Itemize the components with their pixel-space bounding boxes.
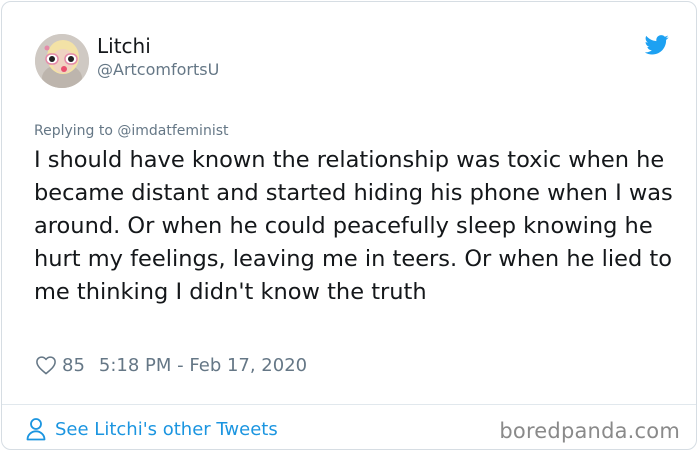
display-name[interactable]: Litchi: [97, 33, 151, 59]
heart-outline-icon[interactable]: [35, 355, 57, 375]
see-other-tweets-link[interactable]: See Litchi's other Tweets: [26, 416, 278, 442]
avatar-image: [35, 34, 89, 88]
see-other-tweets-label: See Litchi's other Tweets: [55, 418, 278, 440]
person-outline-icon: [26, 418, 46, 441]
user-handle[interactable]: @ArtcomfortsU: [97, 60, 219, 80]
boredpanda-watermark: boredpanda.com: [499, 419, 680, 443]
replying-to-handle-link[interactable]: @imdatfeminist: [117, 123, 228, 139]
avatar[interactable]: [35, 34, 89, 88]
tweet-card: Litchi @ArtcomfortsU Replying to @imdatf…: [1, 1, 697, 450]
tweet-text: I should have known the relationship was…: [34, 147, 673, 305]
tweet-meta: 85 5:18 PM - Feb 17, 2020: [34, 352, 307, 378]
footer-divider: [2, 404, 696, 405]
tweet-timestamp[interactable]: 5:18 PM - Feb 17, 2020: [99, 355, 307, 376]
twitter-bird-icon[interactable]: [645, 35, 669, 55]
replying-to-line: Replying to @imdatfeminist: [34, 121, 229, 141]
replying-to-label: Replying to: [34, 123, 113, 139]
like-count: 85: [62, 354, 85, 376]
